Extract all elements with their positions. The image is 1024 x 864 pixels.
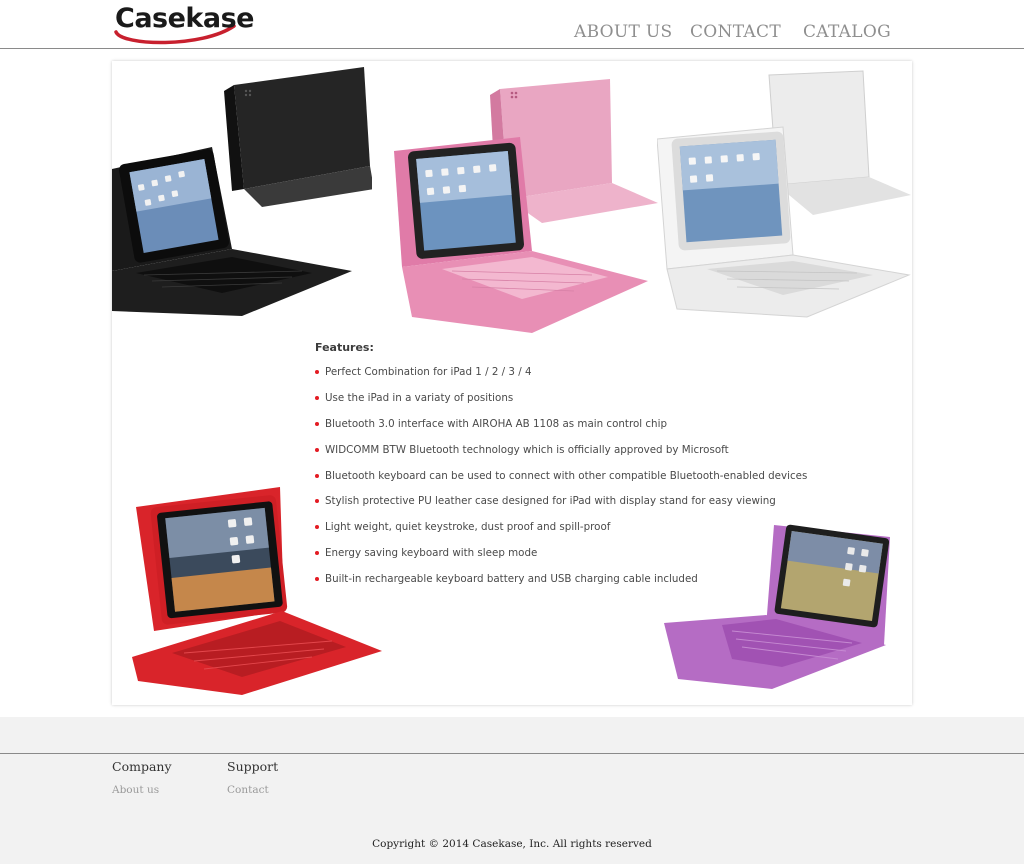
feature-item: Energy saving keyboard with sleep mode (315, 547, 795, 573)
feature-text: Energy saving keyboard with sleep mode (325, 547, 538, 560)
footer-divider-band (0, 717, 1024, 754)
features-section: Features: Perfect Combination for iPad 1… (315, 341, 807, 599)
white-keyboard-case-image (657, 70, 911, 318)
pink-keyboard-case-image (394, 79, 658, 333)
feature-text: Bluetooth keyboard can be used to connec… (325, 469, 808, 482)
feature-item: Use the iPad in a variaty of positions (315, 392, 795, 418)
footer-support-heading: Support (227, 759, 279, 774)
bullet-icon (315, 499, 319, 504)
feature-text: Light weight, quiet keystroke, dust proo… (325, 521, 611, 534)
footer-company-column: Company About us (112, 759, 172, 797)
copyright-text: Copyright © 2014 Casekase, Inc. All righ… (372, 838, 652, 850)
nav-catalog[interactable]: CATALOG (803, 22, 891, 42)
feature-item: Bluetooth keyboard can be used to connec… (315, 470, 807, 496)
nav-contact[interactable]: CONTACT (690, 22, 781, 42)
feature-text: Built-in rechargeable keyboard battery a… (325, 573, 698, 586)
footer-contact-link[interactable]: Contact (227, 784, 269, 796)
feature-text: WIDCOMM BTW Bluetooth technology which i… (325, 443, 729, 456)
bullet-icon (315, 525, 319, 530)
feature-item: Perfect Combination for iPad 1 / 2 / 3 /… (315, 366, 795, 392)
feature-item: Bluetooth 3.0 interface with AIROHA AB 1… (315, 418, 795, 444)
features-title: Features: (315, 341, 374, 354)
bullet-icon (315, 577, 319, 582)
nav-about-us[interactable]: ABOUT US (574, 22, 672, 42)
feature-text: Use the iPad in a variaty of positions (325, 391, 514, 404)
features-list: Perfect Combination for iPad 1 / 2 / 3 /… (315, 366, 807, 599)
feature-text: Stylish protective PU leather case desig… (325, 495, 776, 508)
bullet-icon (315, 395, 319, 400)
feature-text: Perfect Combination for iPad 1 / 2 / 3 /… (325, 366, 532, 378)
feature-item: Light weight, quiet keystroke, dust proo… (315, 521, 795, 547)
bullet-icon (315, 421, 319, 426)
bullet-icon (315, 370, 319, 374)
footer-support-column: Support Contact (227, 759, 278, 797)
main-nav: ABOUT US CONTACT CATALOG (0, 22, 1024, 46)
footer-about-us-link[interactable]: About us (112, 784, 159, 796)
site-header: Casekase ABOUT US CONTACT CATALOG (0, 0, 1024, 49)
feature-item: Built-in rechargeable keyboard battery a… (315, 573, 795, 599)
feature-text: Bluetooth 3.0 interface with AIROHA AB 1… (325, 417, 667, 430)
bullet-icon (315, 473, 319, 478)
feature-item: Stylish protective PU leather case desig… (315, 495, 795, 521)
footer-company-heading: Company (112, 759, 172, 774)
black-keyboard-case-image (112, 67, 372, 319)
product-showcase: Features: Perfect Combination for iPad 1… (112, 61, 912, 705)
bullet-icon (315, 551, 319, 556)
feature-item: WIDCOMM BTW Bluetooth technology which i… (315, 444, 795, 470)
bullet-icon (315, 447, 319, 452)
site-footer: Company About us Support Contact Copyrig… (0, 754, 1024, 864)
